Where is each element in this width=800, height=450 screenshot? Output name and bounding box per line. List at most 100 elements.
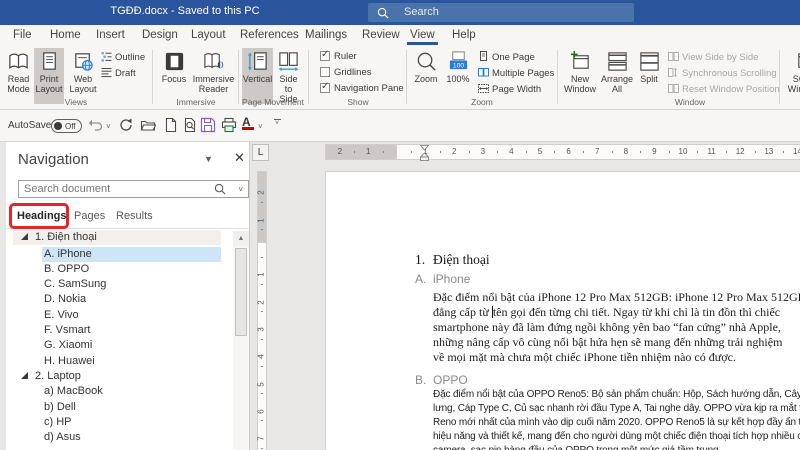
navigation-options-dropdown-icon[interactable]: ▼ (204, 154, 213, 164)
split-icon (638, 50, 661, 73)
qat-overflow-button[interactable]: ˅ (272, 119, 282, 126)
gridlines-checkbox[interactable]: Gridlines (320, 67, 372, 81)
one-page-icon (478, 51, 489, 62)
search-bar[interactable]: Search (368, 3, 634, 22)
zoom-100-icon: 100 (447, 50, 470, 73)
new-window-button[interactable]: New Window (562, 48, 598, 104)
nav-tree-item[interactable]: F. Vsmart (6, 323, 233, 338)
ribbon-tab-help[interactable]: Help (452, 29, 476, 41)
navigation-search-icon[interactable] (214, 183, 226, 195)
immersive-group-label: Immersive (155, 97, 237, 107)
nav-tree-item[interactable]: d) Asus (6, 430, 233, 445)
ruler-checkbox[interactable]: Ruler (320, 51, 357, 65)
navigation-search-placeholder: Search document (24, 183, 110, 195)
undo-icon[interactable] (88, 117, 104, 133)
reset-window-position-button[interactable]: Reset Window Position (668, 83, 780, 97)
nav-tree-item[interactable]: D. Nokia (6, 292, 233, 307)
tab-stop-selector[interactable]: L (252, 144, 269, 161)
new-document-icon[interactable] (163, 117, 179, 133)
page-movement-group-label: Page Movement (240, 97, 306, 107)
print-layout-button[interactable]: Print Layout (34, 48, 64, 104)
indent-marker[interactable] (419, 145, 430, 161)
view-side-by-side-button[interactable]: View Side by Side (668, 51, 758, 65)
switch-windows-icon (795, 50, 800, 73)
scrollbar-up-icon[interactable]: ▲ (233, 231, 249, 246)
navigation-search-box[interactable]: Search document ˅ (18, 180, 249, 198)
autosave-toggle[interactable]: Off (51, 119, 82, 133)
side-to-side-button[interactable]: Side to Side (275, 48, 302, 104)
page-width-button[interactable]: Page Width (478, 83, 541, 97)
ribbon-tab-home[interactable]: Home (50, 29, 81, 41)
collapse-triangle-icon[interactable] (21, 372, 28, 379)
switch-windows-button[interactable]: Switch Windows (784, 48, 800, 104)
tab-pages[interactable]: Pages (74, 210, 105, 222)
nav-tree-item[interactable]: G. Xiaomi (6, 338, 233, 353)
ribbon-tab-mailings[interactable]: Mailings (305, 29, 347, 41)
draft-button[interactable]: Draft (101, 67, 136, 81)
save-icon[interactable] (200, 117, 216, 133)
search-icon (377, 7, 389, 19)
nav-tree-item[interactable]: B. OPPO (6, 262, 233, 277)
nav-tree-item[interactable]: H. Huawei (6, 354, 233, 369)
ribbon-tab-design[interactable]: Design (142, 29, 178, 41)
redo-icon[interactable] (118, 117, 134, 133)
page-width-icon (478, 83, 489, 94)
ribbon-tab-review[interactable]: Review (362, 29, 400, 41)
undo-dropdown-icon[interactable]: ˅ (106, 122, 111, 131)
ribbon-tab-layout[interactable]: Layout (191, 29, 226, 41)
focus-icon (163, 50, 186, 73)
zoom-button[interactable]: Zoom (410, 48, 442, 104)
multiple-pages-button[interactable]: Multiple Pages (478, 67, 554, 81)
navigation-search-dropdown-icon[interactable]: ˅ (238, 185, 243, 194)
collapse-triangle-icon[interactable] (21, 233, 28, 240)
horizontal-ruler-margin[interactable] (325, 144, 397, 160)
read-mode-button[interactable]: Read Mode (4, 48, 33, 104)
navigation-close-icon[interactable]: ✕ (234, 150, 245, 166)
ribbon-tab-view[interactable]: View (410, 29, 435, 41)
vertical-button[interactable]: Vertical (242, 48, 273, 104)
nav-tree-item[interactable]: 2. Laptop (6, 369, 233, 384)
one-page-button[interactable]: One Page (478, 51, 535, 65)
workspace: Navigation ▼ ✕ Search document ˅ Heading… (0, 141, 800, 450)
print-icon[interactable] (221, 117, 237, 133)
zoom-group-label: Zoom (410, 97, 554, 107)
arrange-all-button[interactable]: Arrange All (600, 48, 634, 104)
focus-button[interactable]: Focus (158, 48, 190, 104)
checkbox-unchecked-icon (320, 67, 330, 77)
view-side-by-side-icon (668, 51, 679, 62)
outline-button[interactable]: Outline (101, 51, 145, 65)
nav-tree-item[interactable]: 1. Điện thoại (6, 230, 233, 245)
nav-tree-item[interactable]: a) MacBook (6, 384, 233, 399)
font-color-button[interactable]: A (242, 115, 254, 130)
nav-tree-item[interactable]: b) Dell (6, 400, 233, 415)
ribbon-tab-insert[interactable]: Insert (96, 29, 125, 41)
multiple-pages-icon (478, 67, 489, 78)
scrollbar-thumb[interactable] (235, 248, 247, 336)
navigation-pane-checkbox[interactable]: Navigation Pane (320, 83, 404, 97)
immersive-reader-button[interactable]: Immersive Reader (191, 48, 236, 104)
web-layout-button[interactable]: Web Layout (66, 48, 100, 104)
nav-tree-item[interactable]: A. iPhone (6, 247, 233, 262)
split-button[interactable]: Split (636, 48, 662, 104)
vertical-ruler-margin[interactable] (257, 171, 267, 243)
checkbox-checked-icon (320, 51, 330, 61)
font-color-dropdown-icon[interactable]: ˅ (258, 122, 263, 131)
open-icon[interactable] (140, 117, 156, 133)
document-text-line: Đặc điểm nổi bật của iPhone 12 Pro Max 5… (433, 290, 800, 305)
nav-tree-item[interactable]: E. Vivo (6, 308, 233, 323)
nav-tree-item[interactable]: c) HP (6, 415, 233, 430)
synchronous-scrolling-button[interactable]: Synchronous Scrolling (668, 67, 777, 81)
arrange-all-icon (606, 50, 629, 73)
toggle-knob (54, 122, 62, 130)
navigation-pane: Navigation ▼ ✕ Search document ˅ Heading… (6, 142, 250, 450)
print-preview-icon[interactable] (182, 117, 198, 133)
zoom-100-button[interactable]: 100 100% (443, 48, 473, 104)
navigation-pane-title: Navigation (18, 151, 89, 168)
ribbon-tab-file[interactable]: File (13, 29, 32, 41)
nav-tree-item[interactable]: C. SamSung (6, 277, 233, 292)
ribbon-tab-references[interactable]: References (240, 29, 299, 41)
document-text-line: smartphone này đã làm đứng ngồi không yê… (433, 320, 781, 335)
document-text-line: lưng, Cáp Type C, Củ sạc nhanh rời đầu T… (433, 403, 800, 414)
ribbon: Read Mode Print Layout Web Layout Outlin… (0, 47, 800, 110)
tab-results[interactable]: Results (116, 210, 153, 222)
